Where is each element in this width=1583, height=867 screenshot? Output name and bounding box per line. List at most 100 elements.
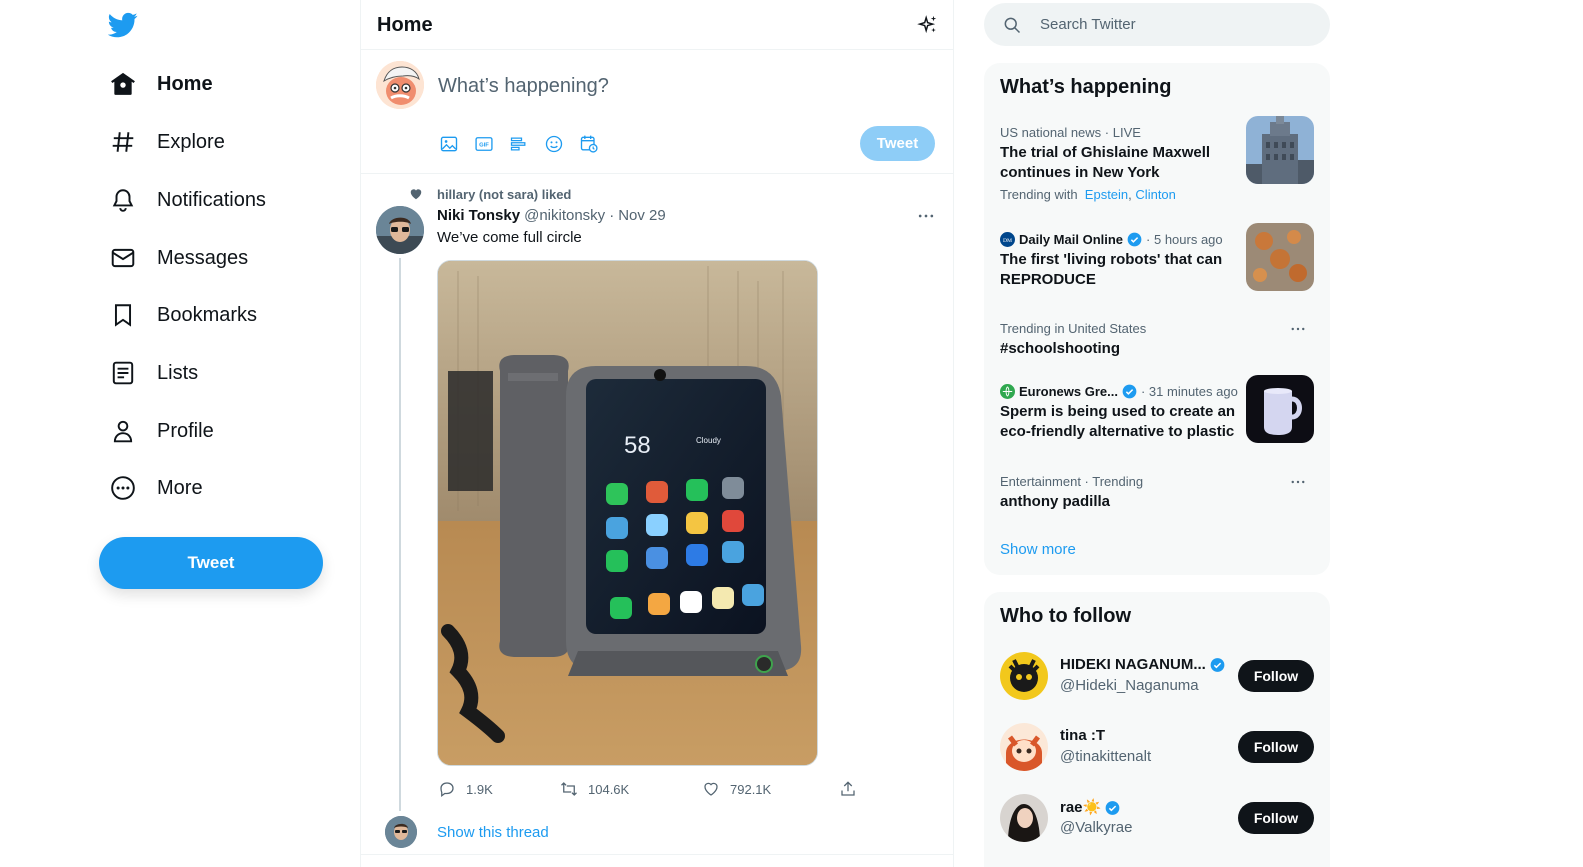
retweet-button[interactable]: 104.6K [559,779,629,799]
trend-item[interactable]: US national news · LIVE The trial of Ghi… [1000,116,1314,207]
nav-item-label: Profile [157,419,214,442]
trend-link-epstein[interactable]: Epstein [1085,187,1128,202]
phone-clock: 58 [624,432,651,459]
more-icon[interactable] [915,205,937,227]
nav-item-explore[interactable]: Explore [108,120,225,164]
avatar[interactable] [1000,723,1048,771]
follow-suggestion[interactable]: HIDEKI NAGANUM... @Hideki_Naganuma Follo… [1000,652,1314,702]
euronews-logo-icon [1000,384,1015,399]
reply-icon [437,779,457,799]
suggested-user-handle: @tinakittenalt [1060,748,1152,765]
trend-source: Daily Mail Online [1019,232,1124,247]
svg-text:GIF: GIF [479,143,489,149]
show-more-link[interactable]: Show more [1000,541,1076,558]
trend-item[interactable]: DM Daily Mail Online · 5 hours ago The f… [1000,223,1314,292]
sparkle-icon[interactable] [917,14,939,36]
timeline-header: Home [361,0,953,50]
avatar[interactable] [376,206,424,254]
trend-thumbnail [1246,116,1314,184]
avatar[interactable] [376,61,424,109]
trend-link-separator: , [1128,187,1132,202]
retweet-icon [559,779,579,799]
avatar[interactable] [1000,652,1048,700]
gif-icon[interactable]: GIF [473,133,495,155]
whats-happening-panel: What’s happening US national news · LIVE… [984,63,1330,575]
compose-input[interactable]: What’s happening? [438,75,609,98]
twitter-bird-icon[interactable] [107,10,142,44]
trend-headline: anthony padilla [1000,493,1111,510]
panel-title: What’s happening [1000,76,1172,98]
tweet-photo[interactable]: 58 Cloudy [437,260,818,766]
follow-button[interactable]: Follow [1238,802,1314,834]
social-context-text[interactable]: hillary (not sara) liked [437,187,571,202]
envelope-icon [108,243,138,273]
trend-thumbnail [1246,375,1314,443]
nav-item-more[interactable]: More [108,466,203,510]
trend-headline: The trial of Ghislaine Maxwell continues… [1000,144,1211,181]
list-icon [108,358,138,388]
nav-item-label: Explore [157,130,225,153]
tweet-composer: What’s happening? GIF Tweet [361,50,953,174]
author-name[interactable]: Niki Tonsky [437,207,520,224]
separator: · [609,207,615,224]
timeline-column: Home What’s happening? GIF Tweet hillary… [360,0,954,867]
tweet-date[interactable]: Nov 29 [618,207,666,224]
retweet-count: 104.6K [588,781,630,797]
nav-item-bookmarks[interactable]: Bookmarks [108,293,257,337]
more-icon[interactable] [1288,319,1308,339]
tweet-card[interactable]: hillary (not sara) liked Niki Tonsky @ni… [361,175,953,855]
bell-icon [108,185,138,215]
heart-icon [408,186,424,202]
search-box[interactable]: Search Twitter [984,3,1330,46]
trend-context: Trending in United States [1000,321,1147,336]
person-icon [108,416,138,446]
social-context: hillary (not sara) liked [408,186,571,202]
home-icon [108,69,138,99]
compose-tweet-button[interactable]: Tweet [860,126,935,161]
who-to-follow-panel: Who to follow HIDEKI NAGANUM... @Hideki_… [984,592,1330,867]
more-icon[interactable] [1288,472,1308,492]
trend-link-clinton[interactable]: Clinton [1135,187,1175,202]
trend-item[interactable]: Euronews Gre... · 31 minutes ago Sperm i… [1000,375,1314,444]
nav-item-lists[interactable]: Lists [108,351,198,395]
phone-weather: Cloudy [696,436,721,445]
suggested-user-name: rae☀️ [1060,798,1120,816]
tweet-header: Niki Tonsky @nikitonsky · Nov 29 [437,207,666,224]
trend-source: Euronews Gre... [1019,384,1118,399]
nav-item-profile[interactable]: Profile [108,409,214,453]
tweet-button[interactable]: Tweet [99,537,323,589]
reply-button[interactable]: 1.9K [437,779,493,799]
user-name-text: rae☀️ [1060,799,1102,816]
trend-item[interactable]: Trending in United States #schoolshootin… [1000,321,1314,361]
tweet-actions: 1.9K 104.6K 792.1K [437,779,867,799]
user-name-text: HIDEKI NAGANUM... [1060,656,1206,673]
show-thread-link[interactable]: Show this thread [437,824,549,841]
nav-item-home[interactable]: Home [108,62,213,106]
follow-button[interactable]: Follow [1238,660,1314,692]
follow-button[interactable]: Follow [1238,731,1314,763]
tweet-text: We’ve come full circle [437,229,582,246]
follow-suggestion[interactable]: tina :T @tinakittenalt Follow [1000,723,1314,773]
search-input[interactable]: Search Twitter [1040,16,1136,33]
schedule-icon[interactable] [578,133,600,155]
suggested-user-handle: @Valkyrae [1060,819,1133,836]
like-button[interactable]: 792.1K [701,779,771,799]
share-button[interactable] [838,779,867,799]
user-name-text: tina :T [1060,727,1105,744]
emoji-icon[interactable] [543,133,565,155]
nav-item-messages[interactable]: Messages [108,236,248,280]
trend-headline: Sperm is being used to create an eco-fri… [1000,403,1236,440]
more-circle-icon [108,473,138,503]
primary-nav: Home Explore Notifications Messages Book… [0,0,360,867]
nav-item-notifications[interactable]: Notifications [108,178,266,222]
follow-suggestion[interactable]: rae☀️ @Valkyrae Follow [1000,794,1314,844]
avatar[interactable] [1000,794,1048,842]
thread-connector [399,258,401,811]
poll-icon[interactable] [508,133,530,155]
avatar[interactable] [385,816,417,848]
trend-item[interactable]: Entertainment · Trending anthony padilla [1000,474,1314,514]
trend-headline: The first 'living robots' that can REPRO… [1000,251,1223,288]
image-icon[interactable] [438,133,460,155]
nav-item-label: Lists [157,361,199,384]
author-handle[interactable]: @nikitonsky [524,207,605,224]
